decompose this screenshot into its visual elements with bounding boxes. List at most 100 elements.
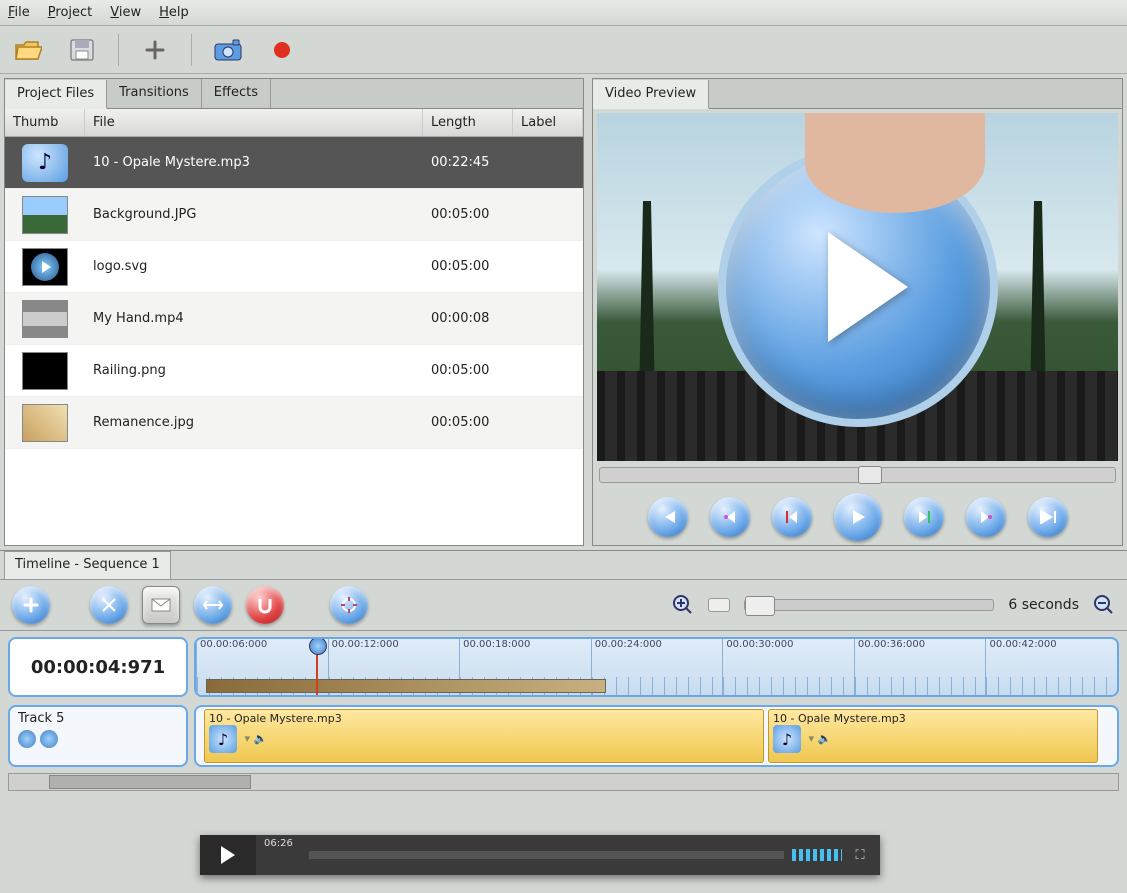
tab-effects[interactable]: Effects: [202, 79, 271, 108]
col-file[interactable]: File: [85, 109, 423, 136]
menu-view[interactable]: View: [110, 5, 141, 20]
timeline-toolbar: 6 seconds: [0, 579, 1127, 631]
file-row[interactable]: Remanence.jpg00:05:00: [5, 397, 583, 449]
file-thumb: [5, 352, 85, 390]
prev-marker-button[interactable]: [772, 497, 812, 537]
overlay-play-button[interactable]: [200, 835, 256, 875]
track-name: Track 5: [18, 711, 178, 726]
resize-button[interactable]: [194, 586, 232, 624]
zoom-label: 6 seconds: [1008, 597, 1079, 613]
embedded-video-player: 06:26 ⛶: [200, 835, 880, 875]
toolbar-divider: [118, 34, 119, 66]
hand-graphic: [805, 113, 985, 213]
play-button[interactable]: [834, 493, 882, 541]
file-row[interactable]: Railing.png00:05:00: [5, 345, 583, 397]
timeline-ruler[interactable]: 00.00:06:00000.00:12:00000.00:18:00000.0…: [194, 637, 1119, 697]
add-icon: [22, 596, 40, 614]
file-row[interactable]: Background.JPG00:05:00: [5, 189, 583, 241]
center-playhead-button[interactable]: [330, 586, 368, 624]
envelope-icon: [150, 596, 172, 614]
preview-scrubber[interactable]: [599, 467, 1116, 483]
playhead[interactable]: [316, 639, 318, 695]
ruler-tick: 00.00:42:000: [985, 639, 1117, 695]
record-button[interactable]: [264, 32, 300, 68]
ruler-tick: 00.00:36:000: [854, 639, 986, 695]
track-mute-icon[interactable]: [18, 730, 36, 748]
resize-icon: [203, 598, 223, 612]
magnet-icon: [256, 596, 274, 614]
col-thumb[interactable]: Thumb: [5, 109, 85, 136]
file-table-header: Thumb File Length Label: [5, 109, 583, 137]
zoom-reset-button[interactable]: [708, 598, 730, 612]
file-thumb: [5, 248, 85, 286]
tab-transitions[interactable]: Transitions: [107, 79, 202, 108]
seek-start-icon: [659, 510, 677, 524]
center-icon: [340, 596, 358, 614]
file-length: 00:00:08: [423, 311, 513, 326]
overlay-volume[interactable]: [792, 849, 842, 861]
preview-controls: [593, 489, 1122, 545]
snap-button[interactable]: [142, 586, 180, 624]
file-length: 00:05:00: [423, 259, 513, 274]
file-name: My Hand.mp4: [85, 311, 423, 326]
timeline-hscrollbar[interactable]: [8, 773, 1119, 791]
menu-project[interactable]: Project: [48, 5, 93, 20]
file-row[interactable]: logo.svg00:05:00: [5, 241, 583, 293]
file-row[interactable]: My Hand.mp400:00:08: [5, 293, 583, 345]
next-marker-button[interactable]: [904, 497, 944, 537]
snapshot-button[interactable]: [210, 32, 246, 68]
timeline-clip[interactable]: 10 - Opale Mystere.mp3 ▾ 🔈: [204, 709, 764, 763]
step-forward-button[interactable]: [966, 497, 1006, 537]
main-toolbar: [0, 26, 1127, 74]
next-marker-icon: [917, 510, 931, 524]
track-lane[interactable]: 10 - Opale Mystere.mp3 ▾ 🔈10 - Opale Mys…: [194, 705, 1119, 767]
open-folder-icon: [14, 37, 42, 63]
scrubber-handle[interactable]: [858, 466, 882, 484]
ruler-tick: 00.00:30:000: [722, 639, 854, 695]
magnet-button[interactable]: [246, 586, 284, 624]
file-length: 00:22:45: [423, 155, 513, 170]
tab-video-preview[interactable]: Video Preview: [593, 80, 709, 109]
step-back-button[interactable]: [710, 497, 750, 537]
timeline-tab[interactable]: Timeline - Sequence 1: [4, 551, 171, 579]
ruler-tick: 00.00:24:000: [591, 639, 723, 695]
timeline-clip[interactable]: 10 - Opale Mystere.mp3 ▾ 🔈: [768, 709, 1098, 763]
add-button[interactable]: [137, 32, 173, 68]
file-thumb: ♪: [5, 144, 85, 182]
open-button[interactable]: [10, 32, 46, 68]
tab-project-files[interactable]: Project Files: [5, 80, 107, 109]
project-panel: Project Files Transitions Effects Thumb …: [4, 78, 584, 546]
col-length[interactable]: Length: [423, 109, 513, 136]
zoom-out-icon[interactable]: [1093, 594, 1115, 616]
zoom-slider[interactable]: [744, 599, 994, 611]
camera-icon: [213, 38, 243, 62]
track-lock-icon[interactable]: [40, 730, 58, 748]
col-label[interactable]: Label: [513, 109, 583, 136]
video-preview[interactable]: [597, 113, 1118, 461]
save-icon: [68, 37, 96, 63]
timeline-section: Timeline - Sequence 1 6 seconds 00:00:04…: [0, 550, 1127, 799]
left-tabs: Project Files Transitions Effects: [5, 79, 583, 109]
seek-start-button[interactable]: [648, 497, 688, 537]
file-row[interactable]: ♪10 - Opale Mystere.mp300:22:45: [5, 137, 583, 189]
file-name: Background.JPG: [85, 207, 423, 222]
menubar: File Project View Help: [0, 0, 1127, 26]
preview-panel: Video Preview: [592, 78, 1123, 546]
file-name: logo.svg: [85, 259, 423, 274]
overlay-time: 06:26: [256, 838, 301, 849]
menu-help[interactable]: Help: [159, 5, 189, 20]
step-forward-icon: [979, 510, 993, 524]
zoom-in-icon[interactable]: [672, 594, 694, 616]
fullscreen-icon[interactable]: ⛶: [850, 845, 870, 865]
timecode-display[interactable]: 00:00:04:971: [8, 637, 188, 697]
overlay-progress[interactable]: [309, 851, 784, 859]
track-header[interactable]: Track 5: [8, 705, 188, 767]
add-track-button[interactable]: [12, 586, 50, 624]
razor-button[interactable]: [90, 586, 128, 624]
file-name: Railing.png: [85, 363, 423, 378]
seek-end-button[interactable]: [1028, 497, 1068, 537]
prev-marker-icon: [785, 510, 799, 524]
play-icon: [849, 508, 867, 526]
menu-file[interactable]: File: [8, 5, 30, 20]
save-button[interactable]: [64, 32, 100, 68]
